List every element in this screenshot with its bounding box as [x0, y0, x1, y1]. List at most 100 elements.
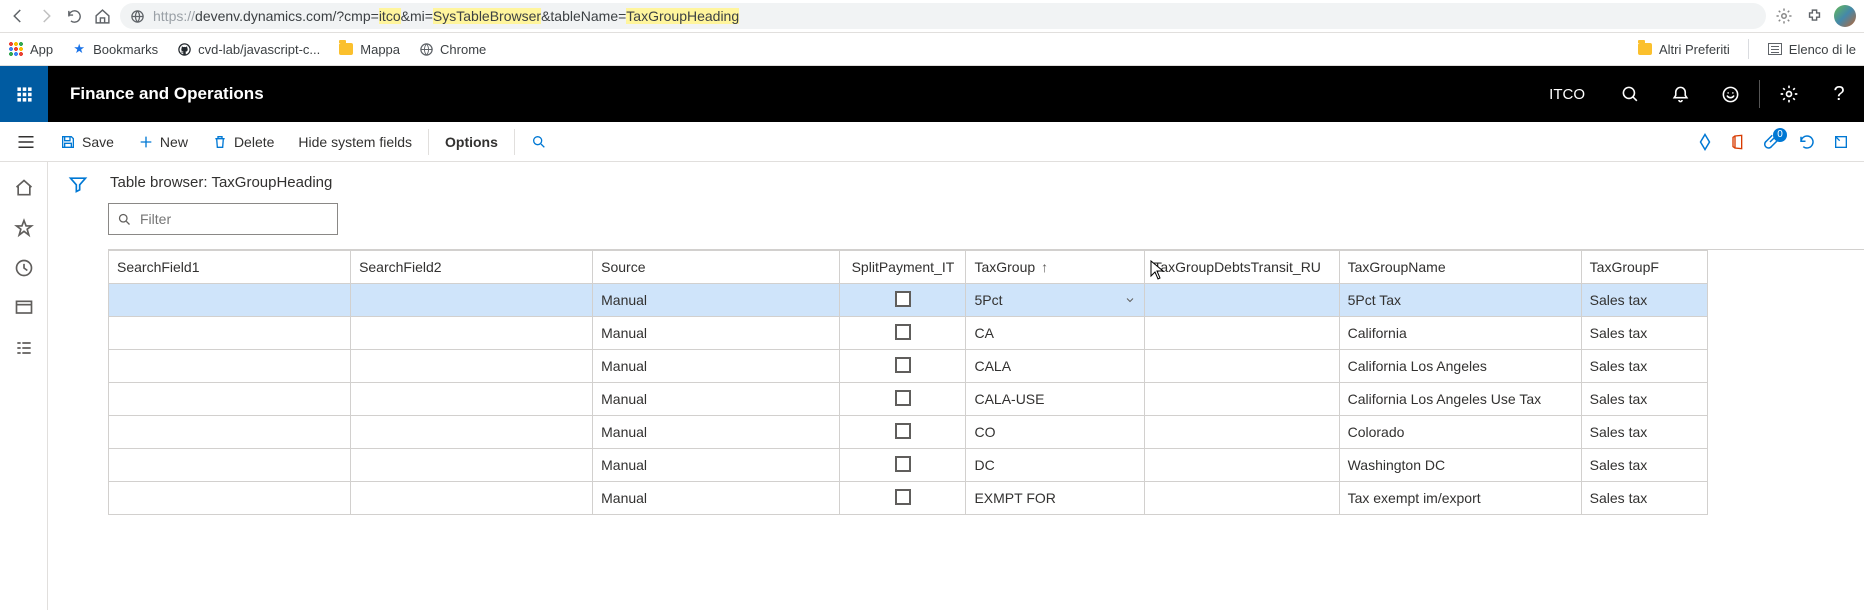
extensions-icon[interactable] [1804, 6, 1824, 26]
modules-icon[interactable] [14, 338, 34, 358]
cell[interactable] [1145, 482, 1339, 515]
cell[interactable] [1145, 350, 1339, 383]
profile-avatar[interactable] [1834, 5, 1856, 27]
home-icon[interactable] [92, 6, 112, 26]
cell[interactable]: Colorado [1339, 416, 1581, 449]
new-button[interactable]: New [126, 122, 200, 162]
cell[interactable] [351, 482, 593, 515]
gear-icon[interactable] [1764, 66, 1814, 122]
cell[interactable] [840, 482, 966, 515]
cell[interactable]: 5Pct Tax [1339, 284, 1581, 317]
apps-shortcut[interactable]: App [8, 41, 53, 57]
cell[interactable]: Sales tax [1581, 416, 1707, 449]
cell[interactable] [840, 416, 966, 449]
recent-icon[interactable] [14, 258, 34, 278]
address-bar[interactable]: https://devenv.dynamics.com/?cmp=itco&mi… [120, 3, 1766, 29]
cell[interactable]: California Los Angeles [1339, 350, 1581, 383]
table-row[interactable]: Manual CO ColoradoSales tax [109, 416, 1708, 449]
checkbox[interactable] [895, 489, 911, 505]
cell[interactable]: Manual [593, 350, 840, 383]
cell[interactable]: Manual [593, 416, 840, 449]
checkbox[interactable] [895, 390, 911, 406]
bookmark-mappa[interactable]: Mappa [338, 41, 400, 57]
bookmark-bookmarks[interactable]: ★ Bookmarks [71, 41, 158, 57]
cell[interactable]: Sales tax [1581, 383, 1707, 416]
search-icon[interactable] [1605, 66, 1655, 122]
notifications-icon[interactable] [1655, 66, 1705, 122]
cell[interactable] [351, 416, 593, 449]
bookmark-chrome[interactable]: Chrome [418, 41, 486, 57]
table-row[interactable]: Manual DC Washington DCSales tax [109, 449, 1708, 482]
chevron-down-icon[interactable] [1124, 294, 1136, 306]
table-row[interactable]: Manual CA CaliforniaSales tax [109, 317, 1708, 350]
cell[interactable]: 5Pct [966, 284, 1145, 317]
cell[interactable] [840, 449, 966, 482]
checkbox[interactable] [895, 423, 911, 439]
attachments-icon[interactable]: 0 [1762, 131, 1784, 153]
office-icon[interactable] [1728, 131, 1750, 153]
cell[interactable] [840, 317, 966, 350]
cell[interactable] [840, 284, 966, 317]
forward-icon[interactable] [36, 6, 56, 26]
cell[interactable]: Manual [593, 383, 840, 416]
cell[interactable]: CALA [966, 350, 1145, 383]
col-taxgroupf[interactable]: TaxGroupF [1581, 251, 1707, 284]
cell[interactable] [109, 317, 351, 350]
cell[interactable]: Sales tax [1581, 449, 1707, 482]
cell[interactable]: Manual [593, 482, 840, 515]
cell[interactable]: CALA-USE [966, 383, 1145, 416]
page-search-button[interactable] [519, 122, 559, 162]
delete-button[interactable]: Delete [200, 122, 286, 162]
back-icon[interactable] [8, 6, 28, 26]
cell[interactable] [351, 284, 593, 317]
cell[interactable]: Sales tax [1581, 482, 1707, 515]
cell[interactable]: CA [966, 317, 1145, 350]
cell[interactable]: CO [966, 416, 1145, 449]
refresh-icon[interactable] [1796, 131, 1818, 153]
cell[interactable]: Sales tax [1581, 317, 1707, 350]
cell[interactable]: California [1339, 317, 1581, 350]
popout-icon[interactable] [1830, 131, 1852, 153]
app-launcher[interactable] [0, 66, 48, 122]
table-row[interactable]: Manual5Pct5Pct TaxSales tax [109, 284, 1708, 317]
cell[interactable]: Manual [593, 317, 840, 350]
cell[interactable] [1145, 383, 1339, 416]
company-label[interactable]: ITCO [1529, 86, 1605, 103]
hide-fields-button[interactable]: Hide system fields [286, 122, 424, 162]
cell[interactable] [351, 383, 593, 416]
cell[interactable]: Manual [593, 449, 840, 482]
cell[interactable]: DC [966, 449, 1145, 482]
help-icon[interactable]: ? [1814, 66, 1864, 122]
checkbox[interactable] [895, 324, 911, 340]
home-icon[interactable] [14, 178, 34, 198]
cell[interactable]: Washington DC [1339, 449, 1581, 482]
cell[interactable] [109, 482, 351, 515]
table-row[interactable]: Manual CALA California Los AngelesSales ta… [109, 350, 1708, 383]
checkbox[interactable] [895, 456, 911, 472]
power-apps-icon[interactable] [1694, 131, 1716, 153]
save-button[interactable]: Save [48, 122, 126, 162]
cell[interactable]: California Los Angeles Use Tax [1339, 383, 1581, 416]
feedback-icon[interactable] [1705, 66, 1755, 122]
data-grid[interactable]: SearchField1 SearchField2 Source SplitPa… [108, 249, 1864, 515]
col-source[interactable]: Source [593, 251, 840, 284]
favorites-icon[interactable] [14, 218, 34, 238]
cell[interactable] [1145, 449, 1339, 482]
col-taxgroup[interactable]: TaxGroup↑ [966, 251, 1145, 284]
cell[interactable] [109, 449, 351, 482]
checkbox[interactable] [895, 291, 911, 307]
cell[interactable] [351, 350, 593, 383]
cell[interactable]: Sales tax [1581, 350, 1707, 383]
filter-pane-toggle[interactable] [68, 174, 88, 610]
cell[interactable] [109, 350, 351, 383]
cell[interactable] [109, 284, 351, 317]
col-searchfield2[interactable]: SearchField2 [351, 251, 593, 284]
cell[interactable]: Sales tax [1581, 284, 1707, 317]
cell[interactable] [351, 317, 593, 350]
options-button[interactable]: Options [433, 122, 510, 162]
cell[interactable]: EXMPT FOR [966, 482, 1145, 515]
workspaces-icon[interactable] [14, 298, 34, 318]
table-row[interactable]: ManualEXMPT FORTax exempt im/exportSales… [109, 482, 1708, 515]
col-debtstransit[interactable]: TaxGroupDebtsTransit_RU [1145, 251, 1339, 284]
checkbox[interactable] [895, 357, 911, 373]
